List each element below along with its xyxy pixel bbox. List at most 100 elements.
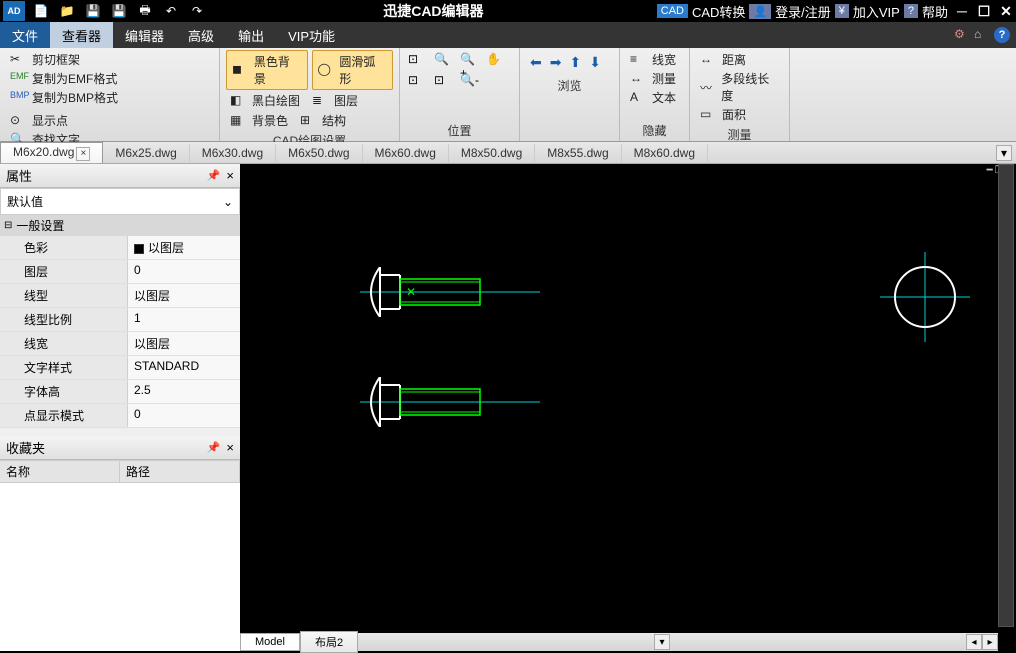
polylen-button[interactable]: 〰多段线长度 — [696, 69, 783, 105]
pin-icon[interactable]: 📌 — [207, 441, 221, 454]
file-tab-active[interactable]: M6x20.dwg× — [0, 142, 103, 163]
info-icon[interactable]: ? — [994, 27, 1010, 43]
nav-right[interactable]: ➡ — [550, 54, 562, 71]
fav-col-path[interactable]: 路径 — [120, 461, 240, 482]
open-icon[interactable]: 📁 — [57, 1, 77, 21]
print-icon[interactable]: 🖶 — [135, 1, 155, 21]
file-tab[interactable]: M8x50.dwg — [449, 144, 535, 162]
login-button[interactable]: 登录/注册 — [775, 2, 831, 21]
svg-text:✕: ✕ — [406, 285, 416, 299]
new-icon[interactable]: 📄 — [31, 1, 51, 21]
scroll-right[interactable]: ▸ — [982, 634, 998, 650]
fit-icon[interactable]: ⊡ — [434, 73, 452, 89]
pos-icon-2[interactable]: ⊡ — [408, 73, 426, 89]
pos-icon-1[interactable]: ⊡ — [408, 52, 426, 68]
bolt-drawing-2 — [360, 377, 540, 427]
props-section[interactable]: 一般设置 — [0, 215, 240, 236]
panel-close-icon[interactable]: × — [226, 440, 234, 455]
smootharc-toggle[interactable]: ◯圆滑弧形 — [312, 50, 394, 90]
text-hide-icon: A — [630, 90, 648, 106]
ribbon: ✂剪切框架 EMF复制为EMF格式 BMP复制为BMP格式 ⊙显示点 🔍查找文字… — [0, 48, 1016, 142]
fav-col-name[interactable]: 名称 — [0, 461, 120, 482]
fav-title: 收藏夹 — [6, 438, 45, 457]
nav-up[interactable]: ⬆ — [569, 54, 581, 71]
menu-advanced[interactable]: 高级 — [176, 22, 226, 48]
bgcolor-button[interactable]: ▦背景色 — [226, 111, 292, 130]
vip-icon: ¥ — [835, 4, 849, 18]
bwdraw-button[interactable]: ◧黑白绘图 — [226, 91, 304, 110]
file-tab[interactable]: M6x25.dwg — [103, 144, 189, 162]
distance-button[interactable]: ↔距离 — [696, 50, 783, 69]
left-panel: 属性 📌 × 默认值⌄ 一般设置 色彩以图层图层0线型以图层线型比例1线宽以图层… — [0, 164, 240, 651]
tool-icon[interactable]: ⚙ — [954, 27, 970, 43]
prop-row[interactable]: 线宽以图层 — [0, 332, 240, 356]
text-hide-button[interactable]: A文本 — [626, 88, 683, 107]
saveall-icon[interactable]: 💾 — [109, 1, 129, 21]
linewidth-button[interactable]: ≡线宽 — [626, 50, 683, 69]
layer-button[interactable]: ≣图层 — [308, 91, 362, 110]
file-tab[interactable]: M6x60.dwg — [363, 144, 449, 162]
save-icon[interactable]: 💾 — [83, 1, 103, 21]
props-default-selector[interactable]: 默认值⌄ — [0, 188, 240, 215]
prop-row[interactable]: 图层0 — [0, 260, 240, 284]
area-icon: ▭ — [700, 107, 718, 123]
menu-editor[interactable]: 编辑器 — [113, 22, 176, 48]
file-tab[interactable]: M6x30.dwg — [190, 144, 276, 162]
file-tab[interactable]: M8x55.dwg — [535, 144, 621, 162]
menu-vip[interactable]: VIP功能 — [276, 22, 347, 48]
emf-icon: EMF — [10, 71, 28, 87]
home-icon[interactable]: ⌂ — [974, 27, 990, 43]
blackbg-icon: ◼ — [232, 62, 250, 78]
area-button[interactable]: ▭面积 — [696, 105, 783, 124]
struct-button[interactable]: ⊞结构 — [296, 111, 350, 130]
showpoint-button[interactable]: ⊙显示点 — [6, 111, 213, 130]
blackbg-toggle[interactable]: ◼黑色背景 — [226, 50, 308, 90]
measure-group-label: 测量 — [696, 124, 783, 143]
file-tab[interactable]: M6x50.dwg — [276, 144, 362, 162]
copy-bmp-button[interactable]: BMP复制为BMP格式 — [6, 88, 213, 107]
zoom-icon[interactable]: 🔍 — [434, 52, 452, 68]
file-tab[interactable]: M8x60.dwg — [622, 144, 708, 162]
help-button[interactable]: 帮助 — [922, 2, 948, 21]
close-button[interactable]: ✕ — [996, 1, 1016, 21]
copy-emf-button[interactable]: EMF复制为EMF格式 — [6, 69, 213, 88]
zoom-out-icon[interactable]: 🔍- — [460, 73, 478, 89]
prop-row[interactable]: 线型以图层 — [0, 284, 240, 308]
minimize-button[interactable]: ─ — [952, 1, 972, 21]
prop-row[interactable]: 色彩以图层 — [0, 236, 240, 260]
tabs-dropdown[interactable]: ▾ — [996, 145, 1012, 161]
nav-down[interactable]: ⬇ — [589, 54, 601, 71]
redo-icon[interactable]: ↷ — [187, 1, 207, 21]
scroll-dropdown[interactable]: ▾ — [654, 634, 670, 650]
drawing-canvas[interactable]: ✕ — [240, 177, 1016, 651]
prop-row[interactable]: 线型比例1 — [0, 308, 240, 332]
nav-left[interactable]: ⬅ — [530, 54, 542, 71]
tab-close-icon[interactable]: × — [76, 147, 90, 161]
hand-icon[interactable]: ✋ — [486, 52, 504, 68]
undo-icon[interactable]: ↶ — [161, 1, 181, 21]
vip-button[interactable]: 加入VIP — [853, 2, 900, 21]
menu-file[interactable]: 文件 — [0, 22, 50, 48]
menu-output[interactable]: 输出 — [226, 22, 276, 48]
bgcolor-icon: ▦ — [230, 113, 248, 129]
lw-icon: ≡ — [630, 52, 648, 68]
vertical-scrollbar[interactable] — [998, 164, 1014, 627]
clip-frame-button[interactable]: ✂剪切框架 — [6, 50, 213, 69]
menu-viewer[interactable]: 查看器 — [50, 22, 113, 48]
prop-row[interactable]: 字体高2.5 — [0, 380, 240, 404]
app-title: 迅捷CAD编辑器 — [210, 1, 657, 21]
clip-icon: ✂ — [10, 52, 28, 68]
zoom-in-icon[interactable]: 🔍+ — [460, 52, 478, 68]
maximize-button[interactable]: ☐ — [974, 1, 994, 21]
layout-tab-2[interactable]: 布局2 — [300, 631, 358, 653]
measure-hide-button[interactable]: ↔测量 — [626, 69, 683, 88]
panel-close-icon[interactable]: × — [226, 168, 234, 183]
pin-icon[interactable]: 📌 — [207, 169, 221, 182]
prop-row[interactable]: 文字样式STANDARD — [0, 356, 240, 380]
canvas-minimize-icon[interactable]: ━ — [987, 165, 993, 176]
scroll-left[interactable]: ◂ — [966, 634, 982, 650]
help-icon: ? — [904, 4, 918, 18]
layout-tab-model[interactable]: Model — [240, 633, 300, 651]
cad-convert-button[interactable]: CAD转换 — [692, 2, 745, 21]
prop-row[interactable]: 点显示模式0 — [0, 404, 240, 428]
